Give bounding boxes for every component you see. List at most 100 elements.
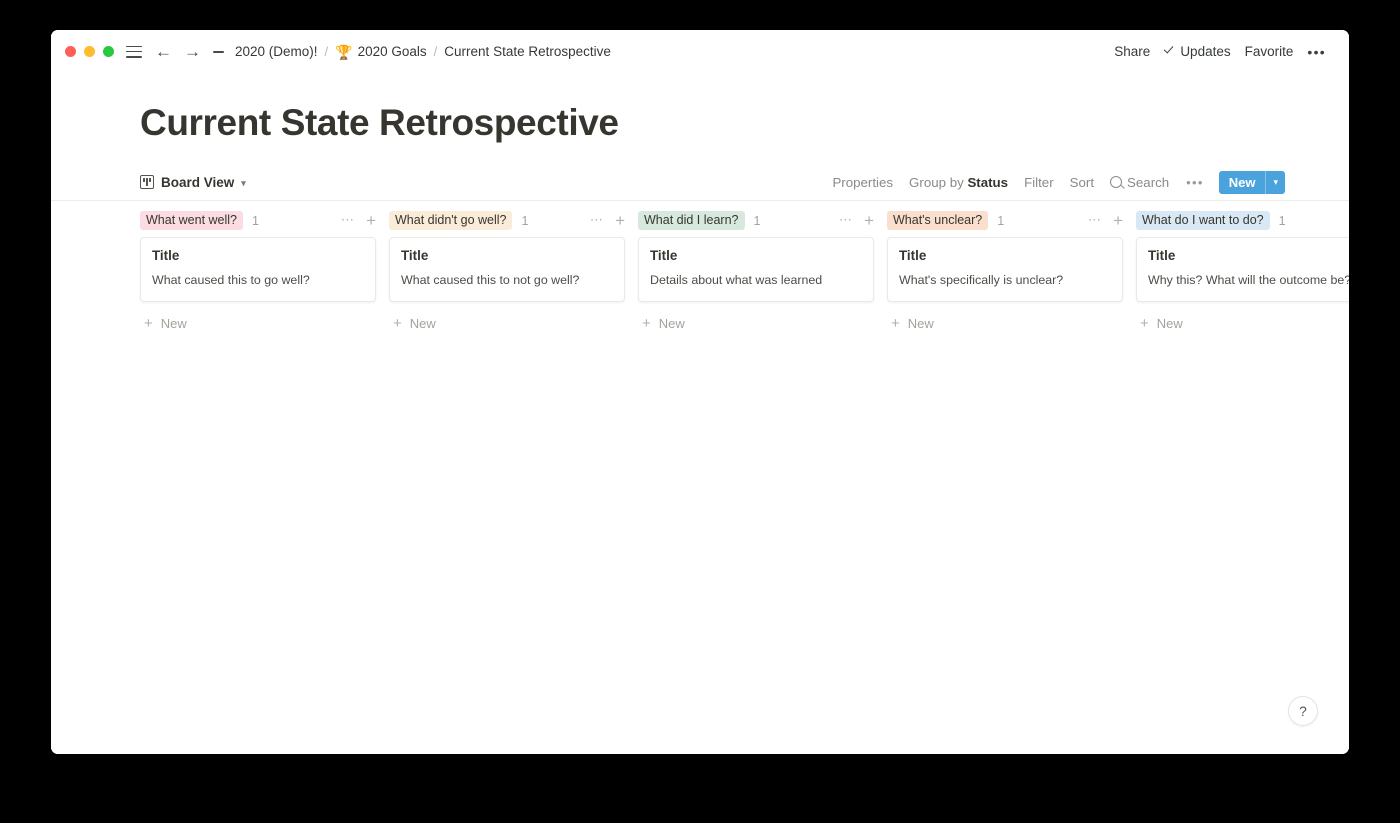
page-title: Current State Retrospective [140, 102, 619, 143]
properties-button[interactable]: Properties [824, 171, 901, 194]
updates-button[interactable]: Updates [1157, 41, 1237, 62]
updates-label: Updates [1180, 44, 1231, 59]
minimize-window-button[interactable] [84, 46, 95, 57]
add-card-label: New [1156, 315, 1183, 331]
column-count: 1 [753, 213, 761, 228]
dash-icon[interactable] [213, 50, 224, 53]
group-by-value: Status [967, 174, 1009, 190]
chevron-down-icon[interactable]: ▾ [241, 178, 246, 188]
search-button[interactable]: Search [1102, 171, 1177, 194]
column-header: What didn't go well? 1 ⋯ + [389, 201, 625, 237]
window-controls [65, 46, 114, 57]
column-actions: ⋯ + [839, 212, 874, 229]
column-status-tag[interactable]: What did I learn? [638, 210, 745, 231]
more-options-icon[interactable]: ••• [1300, 42, 1333, 62]
board-column: What went well? 1 ⋯ + Title What caused … [140, 201, 389, 331]
breadcrumb-item-parent[interactable]: 2020 Goals [358, 43, 427, 60]
add-card-button[interactable]: + New [389, 302, 625, 331]
title-bar: ← → 2020 (Demo)! / 🏆 2020 Goals / Curren… [51, 30, 1349, 73]
column-header: What do I want to do? 1 ⋯ [1136, 201, 1349, 237]
board-view-icon [140, 175, 154, 190]
breadcrumb-item-workspace[interactable]: 2020 (Demo)! [235, 43, 318, 60]
filter-button[interactable]: Filter [1016, 171, 1062, 194]
column-more-icon[interactable]: ⋯ [590, 213, 604, 229]
tab-board-view[interactable]: Board View ▾ [140, 175, 246, 190]
maximize-window-button[interactable] [103, 46, 114, 57]
new-button-label: New [1228, 174, 1256, 190]
card-subtitle: What's specifically is unclear? [899, 273, 1064, 288]
card-title: Title [1148, 247, 1176, 263]
column-add-icon[interactable]: + [1113, 212, 1123, 229]
card-title: Title [899, 247, 927, 263]
breadcrumb-item-current[interactable]: Current State Retrospective [444, 43, 611, 60]
share-button[interactable]: Share [1107, 41, 1157, 62]
card-title: Title [401, 247, 429, 263]
new-button-caret-icon[interactable]: ▾ [1266, 171, 1285, 194]
board-card[interactable]: Title What caused this to not go well? [389, 236, 625, 302]
sort-button[interactable]: Sort [1062, 171, 1102, 194]
view-toolbar: Board View ▾ Properties Group by Status … [51, 165, 1349, 201]
board-columns: What went well? 1 ⋯ + Title What caused … [51, 201, 1349, 754]
column-status-tag[interactable]: What's unclear? [887, 210, 989, 231]
column-header: What's unclear? 1 ⋯ + [887, 201, 1123, 237]
add-card-label: New [907, 315, 934, 331]
new-button[interactable]: New ▾ [1218, 170, 1285, 194]
forward-arrow-icon[interactable]: → [184, 43, 201, 60]
group-by-button[interactable]: Group by Status [901, 171, 1016, 194]
column-actions: ⋯ + [1088, 212, 1123, 229]
plus-icon: + [144, 314, 153, 332]
breadcrumb-separator: / [324, 44, 329, 59]
column-status-tag[interactable]: What do I want to do? [1136, 210, 1270, 231]
column-count: 1 [997, 213, 1005, 228]
favorite-button[interactable]: Favorite [1238, 41, 1301, 62]
toolbar-actions: Properties Group by Status Filter Sort S… [824, 170, 1285, 194]
column-header: What went well? 1 ⋯ + [140, 201, 376, 237]
check-icon [1164, 46, 1175, 57]
view-name-label: Board View [161, 174, 235, 190]
add-card-label: New [658, 315, 685, 331]
column-status-tag[interactable]: What didn't go well? [389, 210, 513, 231]
card-title: Title [650, 247, 678, 263]
board-card[interactable]: Title Why this? What will the outcome be… [1136, 236, 1349, 302]
column-add-icon[interactable]: + [615, 212, 625, 229]
column-more-icon[interactable]: ⋯ [839, 213, 853, 229]
board-column: What's unclear? 1 ⋯ + Title What's speci… [887, 201, 1136, 331]
column-more-icon[interactable]: ⋯ [1088, 213, 1102, 229]
board-card[interactable]: Title What caused this to go well? [140, 236, 376, 302]
card-title: Title [152, 247, 180, 263]
plus-icon: + [393, 314, 402, 332]
board-column: What did I learn? 1 ⋯ + Title Details ab… [638, 201, 887, 331]
help-button[interactable]: ? [1288, 696, 1318, 726]
column-add-icon[interactable]: + [366, 212, 376, 229]
plus-icon: + [1140, 314, 1149, 332]
toolbar-more-icon[interactable]: ••• [1177, 172, 1213, 193]
card-subtitle: What caused this to not go well? [401, 273, 580, 288]
add-card-button[interactable]: + New [1136, 302, 1349, 331]
menu-icon[interactable] [126, 45, 142, 58]
plus-icon: + [642, 314, 651, 332]
column-header: What did I learn? 1 ⋯ + [638, 201, 874, 237]
column-more-icon[interactable]: ⋯ [341, 213, 355, 229]
column-add-icon[interactable]: + [864, 212, 874, 229]
column-count: 1 [521, 213, 529, 228]
add-card-button[interactable]: + New [887, 302, 1123, 331]
app-window: ← → 2020 (Demo)! / 🏆 2020 Goals / Curren… [51, 30, 1349, 754]
card-subtitle: Why this? What will the outcome be? [1148, 273, 1349, 288]
close-window-button[interactable] [65, 46, 76, 57]
page-content: Current State Retrospective Board View ▾… [51, 73, 1349, 754]
board-card[interactable]: Title What's specifically is unclear? [887, 236, 1123, 302]
add-card-label: New [160, 315, 187, 331]
group-by-prefix: Group by [909, 174, 968, 190]
column-status-tag[interactable]: What went well? [140, 210, 244, 231]
search-icon [1110, 176, 1123, 189]
column-count: 1 [252, 213, 259, 228]
back-arrow-icon[interactable]: ← [155, 43, 172, 60]
add-card-button[interactable]: + New [638, 302, 874, 331]
card-subtitle: What caused this to go well? [152, 273, 310, 288]
breadcrumb: 2020 (Demo)! / 🏆 2020 Goals / Current St… [235, 43, 611, 60]
breadcrumb-separator: / [433, 44, 438, 59]
add-card-button[interactable]: + New [140, 302, 376, 331]
card-subtitle: Details about what was learned [650, 273, 823, 288]
board-card[interactable]: Title Details about what was learned [638, 236, 874, 302]
screen: ← → 2020 (Demo)! / 🏆 2020 Goals / Curren… [0, 0, 1400, 823]
